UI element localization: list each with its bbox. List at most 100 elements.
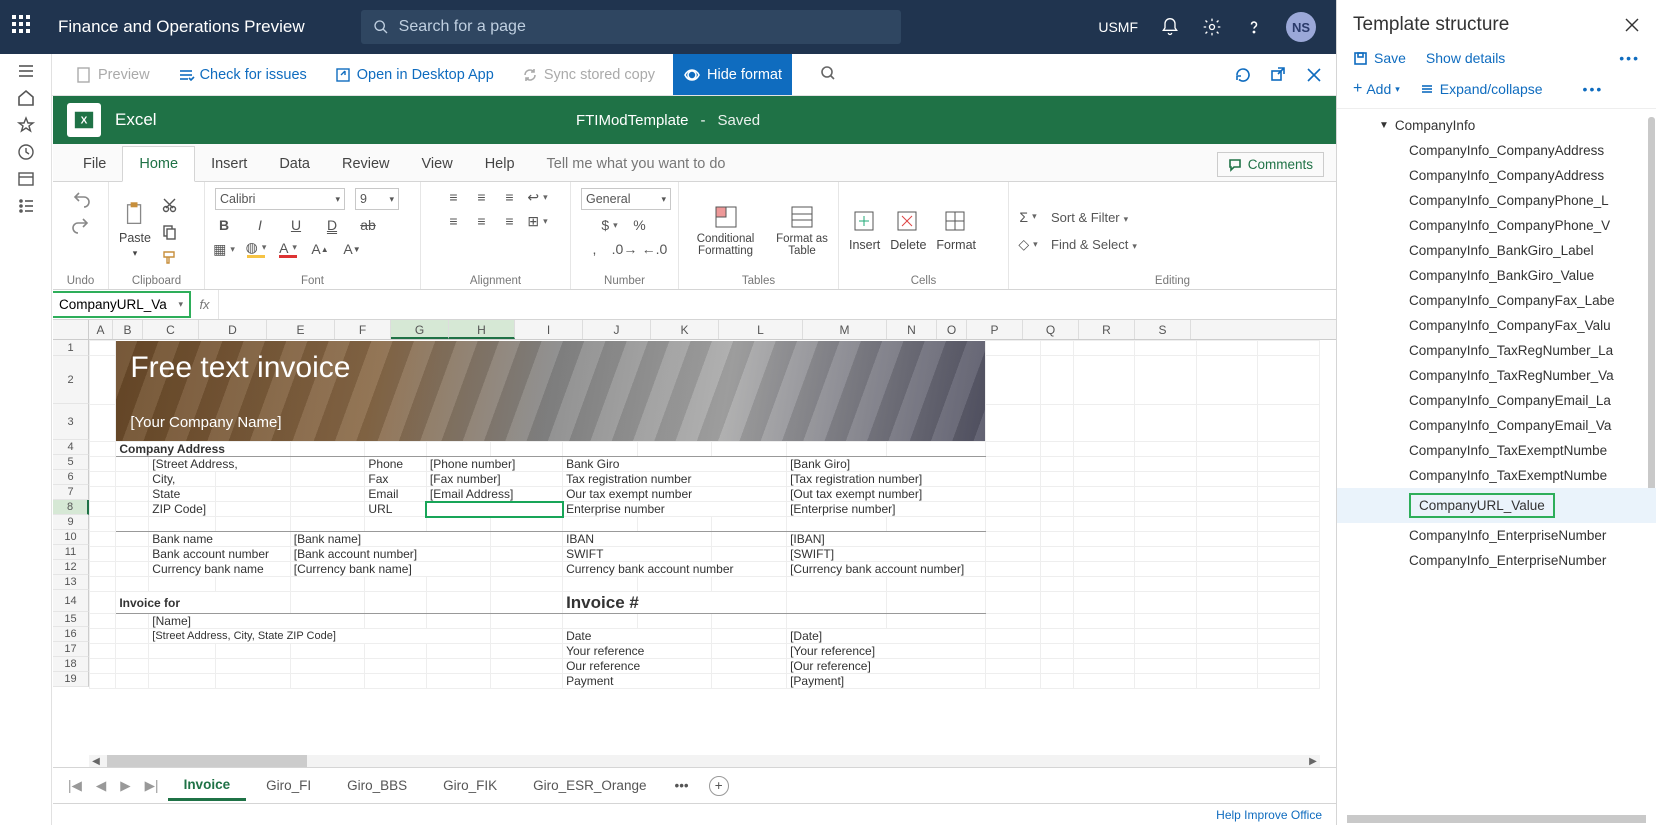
bold-icon[interactable]: B xyxy=(215,216,233,234)
panel-horizontal-scrollbar[interactable] xyxy=(1347,815,1646,823)
col-header-N[interactable]: N xyxy=(887,320,937,339)
col-header-D[interactable]: D xyxy=(199,320,267,339)
sheet-nav-first[interactable]: |◀ xyxy=(63,778,87,794)
tree-item[interactable]: CompanyInfo_EnterpriseNumber xyxy=(1337,523,1656,548)
row-header-19[interactable]: 19 xyxy=(53,672,89,687)
tree-scrollbar[interactable] xyxy=(1646,109,1656,815)
undo-icon[interactable] xyxy=(71,188,91,208)
search-box[interactable]: Search for a page xyxy=(361,10,901,44)
formula-input[interactable] xyxy=(219,290,1336,319)
cut-icon[interactable] xyxy=(161,197,177,213)
tree-view[interactable]: ▼CompanyInfo CompanyInfo_CompanyAddressC… xyxy=(1337,109,1656,815)
sync-button[interactable]: Sync stored copy xyxy=(512,54,665,95)
tree-item[interactable]: CompanyInfo_CompanyAddress xyxy=(1337,138,1656,163)
menu-file[interactable]: File xyxy=(67,147,122,181)
align-left-icon[interactable]: ≡ xyxy=(445,212,463,230)
waffle-icon[interactable] xyxy=(12,15,36,39)
menu-review[interactable]: Review xyxy=(326,147,406,181)
find-select-button[interactable]: Find & Select xyxy=(1051,237,1137,252)
font-size-select[interactable]: 9▾ xyxy=(355,188,399,210)
row-header-5[interactable]: 5 xyxy=(53,455,89,470)
row-header-7[interactable]: 7 xyxy=(53,485,89,500)
col-header-E[interactable]: E xyxy=(267,320,335,339)
tree-item[interactable]: CompanyInfo_TaxExemptNumbe xyxy=(1337,463,1656,488)
panel-close-icon[interactable] xyxy=(1624,17,1640,33)
border-icon[interactable]: ▦ xyxy=(215,240,233,258)
workspace-icon[interactable] xyxy=(17,170,35,193)
sheet-tab-giro_bbs[interactable]: Giro_BBS xyxy=(331,772,423,799)
entity-label[interactable]: USMF xyxy=(1098,19,1138,35)
merge-icon[interactable]: ⊞ xyxy=(529,212,547,230)
tell-me-input[interactable]: Tell me what you want to do xyxy=(531,147,742,181)
cells-format-button[interactable]: Format xyxy=(936,209,976,252)
check-issues-button[interactable]: Check for issues xyxy=(168,54,317,95)
row-header-18[interactable]: 18 xyxy=(53,657,89,672)
currency-icon[interactable]: $ xyxy=(601,216,619,234)
spreadsheet-grid[interactable]: ABCDEFGHIJKLMNOPQRS 12345678910111213141… xyxy=(53,320,1336,767)
row-header-4[interactable]: 4 xyxy=(53,440,89,455)
show-details-button[interactable]: Show details xyxy=(1426,50,1505,66)
tree-item[interactable]: CompanyInfo_CompanyEmail_La xyxy=(1337,388,1656,413)
row-header-12[interactable]: 12 xyxy=(53,560,89,575)
recent-icon[interactable] xyxy=(17,143,35,166)
sheet-nav-last[interactable]: ▶| xyxy=(140,778,164,794)
sheet-nav-next[interactable]: ▶ xyxy=(115,778,135,794)
tree-item[interactable]: CompanyURL_Value xyxy=(1337,488,1656,523)
sort-filter-button[interactable]: Sort & Filter xyxy=(1051,210,1128,225)
tree-item[interactable]: CompanyInfo_CompanyFax_Labe xyxy=(1337,288,1656,313)
row-header-10[interactable]: 10 xyxy=(53,530,89,545)
avatar[interactable]: NS xyxy=(1286,12,1316,42)
font-name-select[interactable]: Calibri▾ xyxy=(215,188,345,210)
row-header-6[interactable]: 6 xyxy=(53,470,89,485)
col-header-J[interactable]: J xyxy=(583,320,651,339)
cells-delete-button[interactable]: Delete xyxy=(890,209,926,252)
fx-icon[interactable]: fx xyxy=(191,290,219,319)
format-painter-icon[interactable] xyxy=(161,249,177,265)
row-header-17[interactable]: 17 xyxy=(53,642,89,657)
list-icon[interactable] xyxy=(17,197,35,220)
col-header-Q[interactable]: Q xyxy=(1023,320,1079,339)
gear-icon[interactable] xyxy=(1202,17,1222,37)
redo-icon[interactable] xyxy=(71,214,91,234)
url-cell[interactable] xyxy=(426,502,562,517)
font-grow-icon[interactable]: A▲ xyxy=(311,240,329,258)
excel-file-name[interactable]: FTIModTemplate xyxy=(576,112,689,129)
name-box[interactable]: CompanyURL_Va▾ xyxy=(53,291,191,318)
hide-format-button[interactable]: Hide format xyxy=(673,54,792,95)
tree-item[interactable]: CompanyInfo_CompanyAddress xyxy=(1337,163,1656,188)
col-header-S[interactable]: S xyxy=(1135,320,1191,339)
dec-decimal-icon[interactable]: ←.0 xyxy=(646,240,664,258)
align-middle-icon[interactable]: ≡ xyxy=(473,188,491,206)
toolbar-search-icon[interactable] xyxy=(800,65,856,85)
hamburger-icon[interactable] xyxy=(17,62,35,85)
close-icon[interactable] xyxy=(1306,67,1322,83)
row-header-16[interactable]: 16 xyxy=(53,627,89,642)
col-header-G[interactable]: G xyxy=(391,320,449,339)
col-header-B[interactable]: B xyxy=(113,320,143,339)
row-header-15[interactable]: 15 xyxy=(53,612,89,627)
tree-item[interactable]: CompanyInfo_EnterpriseNumber xyxy=(1337,548,1656,573)
help-improve-link[interactable]: Help Improve Office xyxy=(1216,808,1322,822)
align-center-icon[interactable]: ≡ xyxy=(473,212,491,230)
popout-icon[interactable] xyxy=(1270,66,1288,84)
row-header-3[interactable]: 3 xyxy=(53,404,89,440)
horizontal-scrollbar[interactable]: ◀▶ xyxy=(89,755,1320,767)
sheet-tabs-more[interactable]: ••• xyxy=(674,778,688,793)
menu-home[interactable]: Home xyxy=(122,146,195,182)
format-as-table-button[interactable]: Format as Table xyxy=(776,204,828,257)
cells-insert-button[interactable]: Insert xyxy=(849,209,880,252)
preview-button[interactable]: Preview xyxy=(66,54,160,95)
col-header-K[interactable]: K xyxy=(651,320,719,339)
save-button[interactable]: Save xyxy=(1353,50,1406,66)
col-header-F[interactable]: F xyxy=(335,320,391,339)
align-right-icon[interactable]: ≡ xyxy=(501,212,519,230)
open-desktop-button[interactable]: Open in Desktop App xyxy=(325,54,504,95)
sheet-tab-giro_esr_orange[interactable]: Giro_ESR_Orange xyxy=(517,772,662,799)
col-header-C[interactable]: C xyxy=(143,320,199,339)
comments-button[interactable]: Comments xyxy=(1217,152,1324,177)
tree-item[interactable]: CompanyInfo_TaxRegNumber_La xyxy=(1337,338,1656,363)
row-header-8[interactable]: 8 xyxy=(53,500,89,515)
sheet-tab-invoice[interactable]: Invoice xyxy=(168,771,247,801)
row-header-2[interactable]: 2 xyxy=(53,356,89,404)
col-header-H[interactable]: H xyxy=(449,320,515,339)
